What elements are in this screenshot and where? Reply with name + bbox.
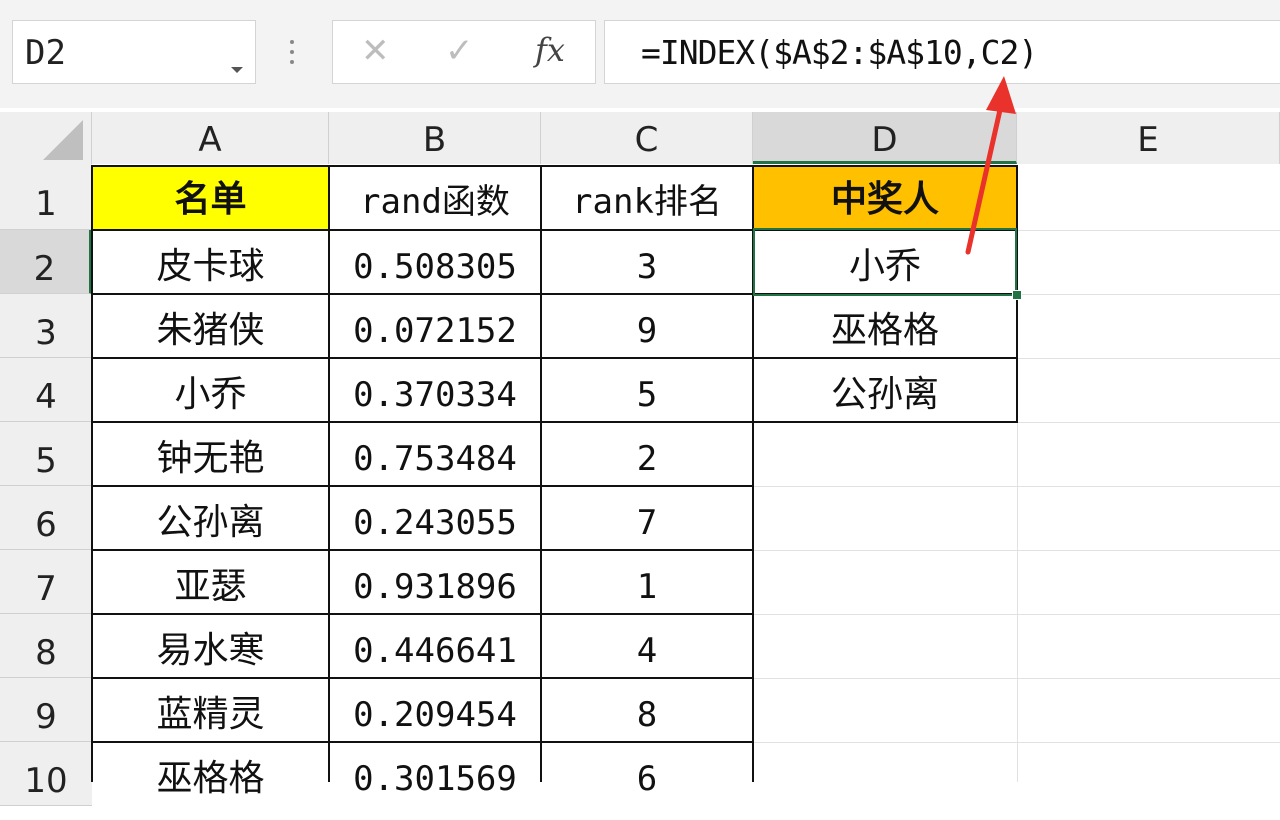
annotation-arrow	[965, 76, 1016, 255]
